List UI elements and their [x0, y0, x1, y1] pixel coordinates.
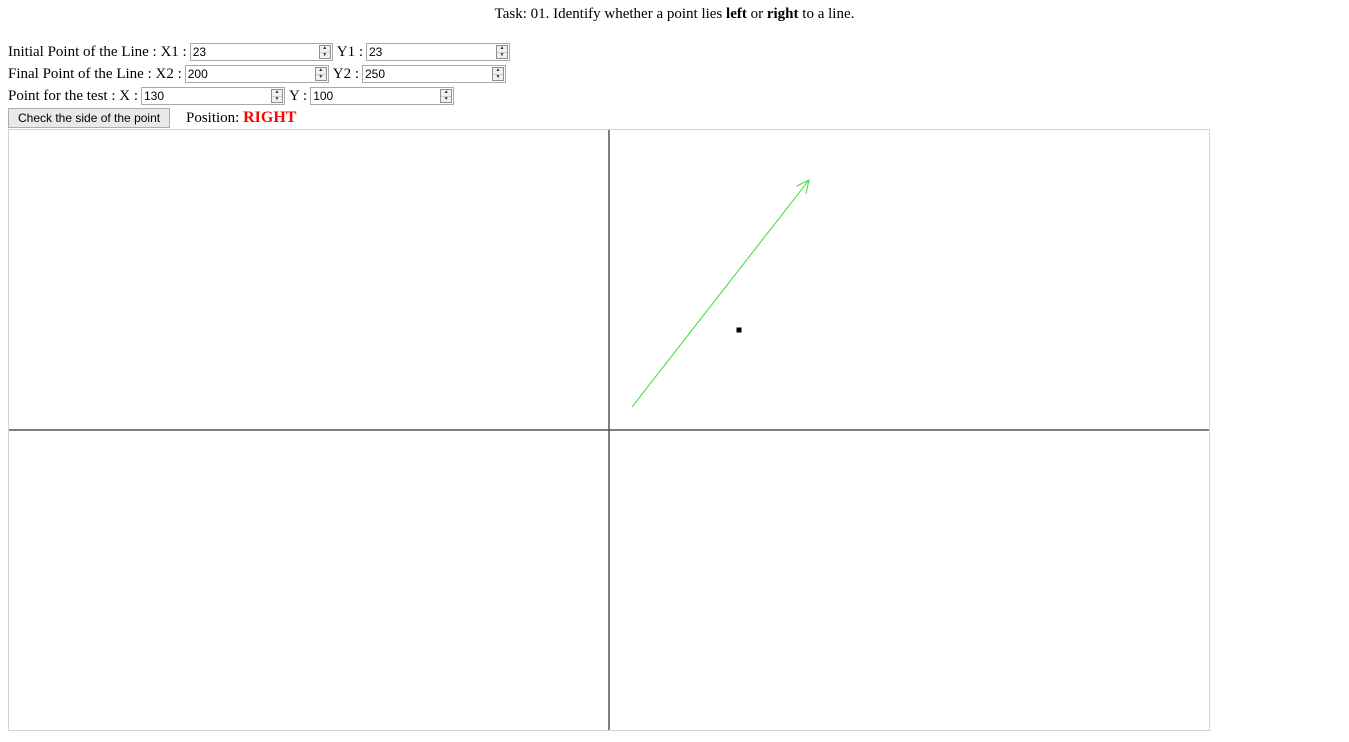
position-result: Position: RIGHT	[186, 107, 296, 129]
test-y-input[interactable]	[311, 88, 441, 104]
task-description: Task: 01. Identify whether a point lies …	[0, 6, 1349, 23]
check-side-button[interactable]: Check the side of the point	[8, 108, 171, 128]
task-middle: or	[746, 6, 767, 22]
y1-input[interactable]	[366, 44, 496, 60]
task-left-word: left	[726, 6, 747, 22]
y1-spinbox[interactable]: ▲▼	[365, 43, 510, 61]
y2-label: Y2 :	[332, 65, 359, 82]
spin-down-icon[interactable]: ▼	[441, 95, 452, 103]
spin-down-icon[interactable]: ▼	[272, 95, 282, 103]
initial-point-row: Initial Point of the Line : X1 : ▲▼ Y1 :…	[8, 41, 510, 63]
y1-spinner[interactable]: ▲ ▼	[495, 45, 508, 59]
spin-down-icon[interactable]: ▼	[319, 51, 330, 59]
task-right-word: right	[766, 6, 799, 22]
test-y-spinner[interactable]: ▲ ▼	[440, 89, 453, 103]
final-point-row: Final Point of the Line : X2 : ▲▼ Y2 : ▲…	[8, 63, 506, 85]
x1-spinbox[interactable]: ▲▼	[189, 43, 333, 61]
position-label: Position:	[186, 110, 244, 126]
spin-down-icon[interactable]: ▼	[496, 51, 507, 59]
initial-point-label: Initial Point of the Line : X1 :	[8, 43, 187, 60]
line-segment	[631, 179, 810, 408]
x1-input[interactable]	[190, 44, 319, 60]
task-suffix: to a line.	[798, 6, 855, 22]
test-x-spinner[interactable]: ▲ ▼	[271, 89, 283, 103]
y2-spinner[interactable]: ▲ ▼	[492, 67, 504, 81]
spin-down-icon[interactable]: ▼	[315, 73, 326, 81]
test-y-label: Y :	[289, 87, 308, 104]
y2-spinbox[interactable]: ▲▼	[362, 65, 506, 83]
spin-down-icon[interactable]: ▼	[493, 73, 503, 81]
test-x-spinbox[interactable]: ▲▼	[141, 87, 285, 105]
plot-canvas[interactable]	[8, 129, 1210, 731]
x2-spinner[interactable]: ▲ ▼	[314, 67, 327, 81]
final-point-label: Final Point of the Line : X2 :	[8, 65, 182, 82]
test-y-spinbox[interactable]: ▲▼	[310, 87, 455, 105]
task-prefix: Task: 01. Identify whether a point lies	[494, 6, 727, 22]
plot-svg	[9, 130, 1209, 730]
test-point-row: Point for the test : X : ▲▼ Y : ▲▼	[8, 85, 455, 107]
y2-input[interactable]	[363, 66, 492, 82]
x2-spinbox[interactable]: ▲▼	[184, 65, 329, 83]
x1-spinner[interactable]: ▲ ▼	[318, 45, 331, 59]
x2-input[interactable]	[185, 66, 315, 82]
test-point-marker	[736, 327, 742, 333]
position-value: RIGHT	[243, 109, 297, 126]
y1-label: Y1 :	[336, 43, 363, 60]
test-x-input[interactable]	[142, 88, 271, 104]
test-point-label: Point for the test : X :	[8, 87, 138, 104]
